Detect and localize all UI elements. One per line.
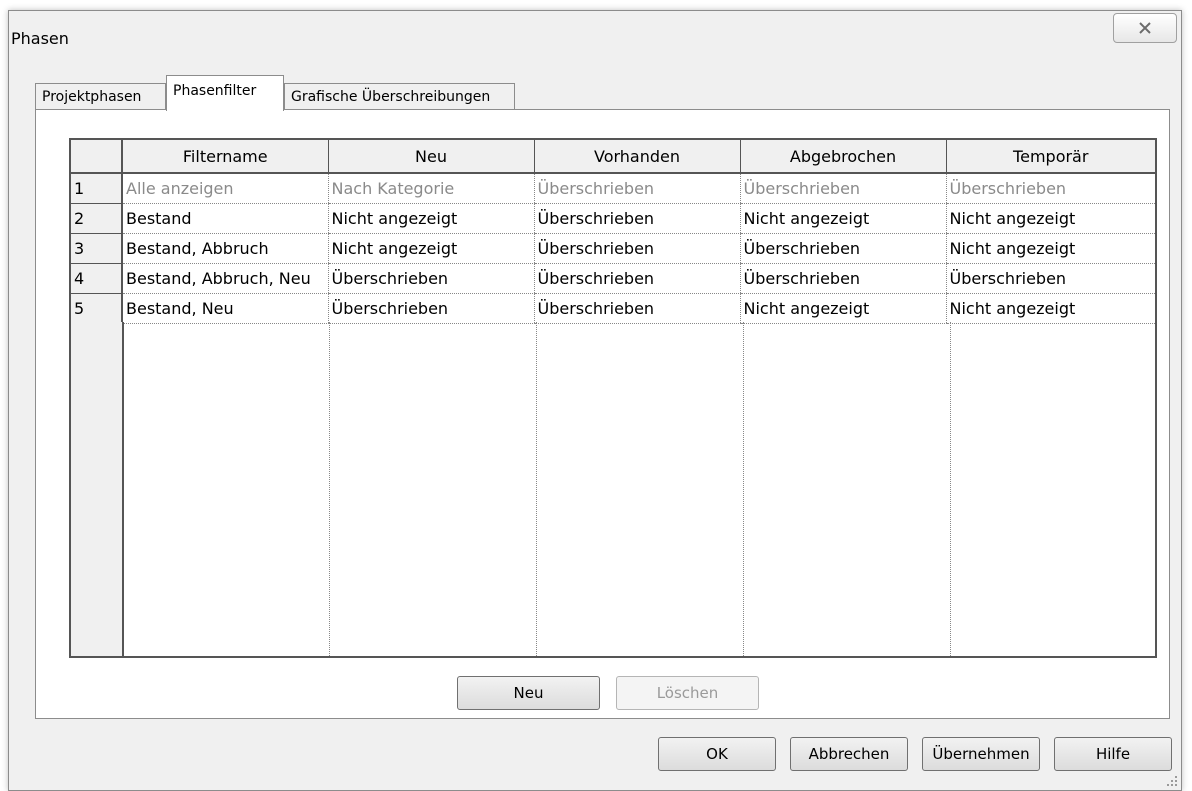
table-cell: Nach Kategorie	[327, 173, 534, 204]
close-icon	[1139, 22, 1151, 34]
table-cell: Überschrieben	[739, 173, 946, 204]
new-filter-button[interactable]: Neu	[457, 676, 600, 710]
table-cell[interactable]: Bestand, Neu	[121, 293, 328, 324]
table-cell[interactable]: Überschrieben	[533, 263, 740, 294]
table-row: 5 Bestand, Neu Überschrieben Überschrieb…	[71, 293, 1155, 324]
column-header-filtername[interactable]: Filtername	[121, 140, 328, 174]
table-cell[interactable]: Überschrieben	[533, 203, 740, 234]
column-divider	[536, 322, 537, 656]
table-cell[interactable]: Überschrieben	[327, 293, 534, 324]
window-title: Phasen	[11, 29, 69, 48]
table-cell[interactable]: Überschrieben	[739, 233, 946, 264]
row-number[interactable]: 1	[71, 173, 123, 204]
table-cell[interactable]: Überschrieben	[327, 263, 534, 294]
table-cell[interactable]: Nicht angezeigt	[945, 203, 1155, 234]
table-row: 1 Alle anzeigen Nach Kategorie Überschri…	[71, 173, 1155, 204]
table-cell: Überschrieben	[945, 173, 1155, 204]
column-divider	[329, 322, 330, 656]
table-cell[interactable]: Bestand, Abbruch	[121, 233, 328, 264]
header-row: Filtername Neu Vorhanden Abgebrochen Tem…	[71, 140, 1155, 174]
table-cell[interactable]: Nicht angezeigt	[739, 293, 946, 324]
filter-table: Filtername Neu Vorhanden Abgebrochen Tem…	[71, 140, 1155, 324]
row-header-column	[71, 322, 124, 656]
table-cell[interactable]: Nicht angezeigt	[327, 233, 534, 264]
tab-phasenfilter[interactable]: Phasenfilter	[166, 75, 284, 111]
row-number[interactable]: 5	[71, 293, 123, 324]
row-number[interactable]: 4	[71, 263, 123, 294]
table-cell[interactable]: Überschrieben	[533, 293, 740, 324]
table-cell[interactable]: Überschrieben	[739, 263, 946, 294]
tab-projektphasen[interactable]: Projektphasen	[35, 83, 166, 110]
table-row: 2 Bestand Nicht angezeigt Überschrieben …	[71, 203, 1155, 234]
apply-button[interactable]: Übernehmen	[922, 737, 1040, 771]
table-cell[interactable]: Nicht angezeigt	[945, 233, 1155, 264]
column-divider	[743, 322, 744, 656]
table-cell[interactable]: Bestand	[121, 203, 328, 234]
row-number[interactable]: 2	[71, 203, 123, 234]
delete-filter-button[interactable]: Löschen	[616, 676, 759, 710]
table-cell[interactable]: Nicht angezeigt	[327, 203, 534, 234]
table-cell: Überschrieben	[533, 173, 740, 204]
row-number[interactable]: 3	[71, 233, 123, 264]
cancel-button[interactable]: Abbrechen	[790, 737, 908, 771]
tab-grafische-ueberschreibungen[interactable]: Grafische Überschreibungen	[284, 83, 515, 110]
grid-empty-area	[71, 322, 1155, 656]
table-cell[interactable]: Bestand, Abbruch, Neu	[121, 263, 328, 294]
table-row: 4 Bestand, Abbruch, Neu Überschrieben Üb…	[71, 263, 1155, 294]
column-header-abgebrochen[interactable]: Abgebrochen	[739, 140, 946, 174]
phasenfilter-panel: Filtername Neu Vorhanden Abgebrochen Tem…	[35, 109, 1170, 719]
ok-button[interactable]: OK	[658, 737, 776, 771]
filter-grid: Filtername Neu Vorhanden Abgebrochen Tem…	[69, 138, 1157, 658]
table-cell[interactable]: Überschrieben	[533, 233, 740, 264]
phasen-dialog: Phasen Projektphasen Phasenfilter Grafis…	[8, 10, 1182, 791]
table-row: 3 Bestand, Abbruch Nicht angezeigt Übers…	[71, 233, 1155, 264]
column-header-neu[interactable]: Neu	[327, 140, 534, 174]
table-cell[interactable]: Nicht angezeigt	[945, 293, 1155, 324]
column-header-vorhanden[interactable]: Vorhanden	[533, 140, 740, 174]
help-button[interactable]: Hilfe	[1054, 737, 1172, 771]
close-button[interactable]	[1113, 13, 1177, 43]
table-cell[interactable]: Überschrieben	[945, 263, 1155, 294]
table-cell[interactable]: Nicht angezeigt	[739, 203, 946, 234]
column-header-temporaer[interactable]: Temporär	[945, 140, 1155, 174]
resize-grip-icon[interactable]	[1166, 775, 1178, 787]
column-divider	[950, 322, 951, 656]
grid-corner	[71, 140, 123, 174]
table-cell: Alle anzeigen	[121, 173, 328, 204]
